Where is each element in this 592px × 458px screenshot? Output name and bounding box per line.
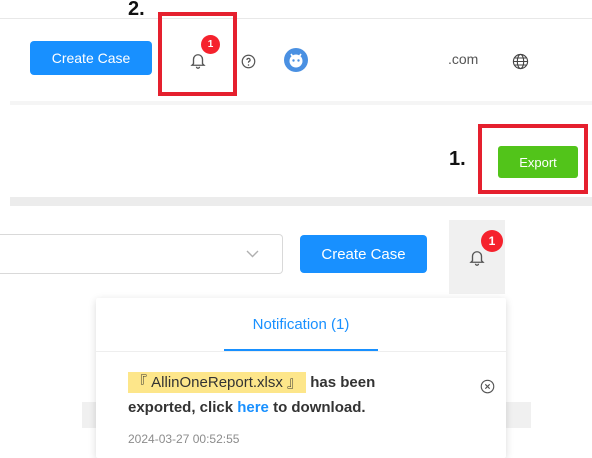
close-circle-icon: [480, 379, 494, 393]
create-case-button-secondary[interactable]: Create Case: [300, 235, 427, 273]
annotation-step-1: 1.: [449, 148, 466, 170]
active-tab-indicator: [224, 349, 378, 351]
tab-divider: [96, 351, 506, 352]
section-divider: [10, 197, 592, 206]
notification-tab[interactable]: Notification (1): [96, 316, 506, 333]
bell-icon: [190, 54, 206, 69]
user-avatar[interactable]: [284, 48, 308, 72]
toolbar-top-border: [0, 18, 592, 19]
annotation-step-2: 2.: [128, 0, 145, 20]
create-case-button[interactable]: Create Case: [30, 41, 152, 75]
file-name: 『 AllinOneReport.xlsx 』: [128, 372, 307, 393]
download-link[interactable]: here: [237, 399, 269, 416]
language-button[interactable]: [511, 52, 529, 70]
dismiss-notification-button[interactable]: [478, 377, 496, 395]
bell-icon: [469, 251, 485, 266]
user-email: .com: [448, 51, 479, 67]
section-divider: [10, 101, 592, 105]
notification-message: 『 AllinOneReport.xlsx 』 has been exporte…: [128, 370, 408, 420]
background-row: [82, 402, 96, 428]
notification-timestamp: 2024-03-27 00:52:55: [128, 432, 240, 446]
chevron-down-icon: [246, 250, 259, 258]
background-row: [505, 402, 531, 428]
notification-badge: 1: [201, 35, 220, 54]
filter-select[interactable]: [0, 234, 283, 274]
globe-icon: [512, 53, 528, 69]
avatar-icon: [284, 48, 308, 72]
notification-panel: Notification (1) 『 AllinOneReport.xlsx 』…: [96, 298, 506, 458]
notification-badge: 1: [481, 230, 503, 252]
question-circle-icon: [241, 54, 256, 69]
help-button[interactable]: [240, 53, 257, 70]
message-text-end: to download.: [268, 399, 366, 416]
export-button[interactable]: Export: [498, 146, 578, 178]
